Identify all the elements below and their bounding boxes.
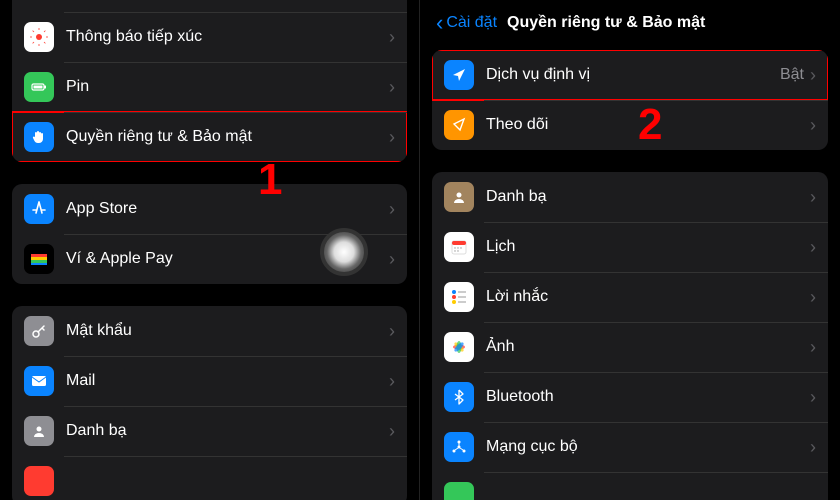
battery-icon	[24, 72, 54, 102]
icon-cutoff	[24, 466, 54, 496]
privacy-row-photos[interactable]: Ảnh ›	[432, 322, 828, 372]
privacy-row-contacts[interactable]: Danh bạ ›	[432, 172, 828, 222]
page-title: Quyền riêng tư & Bảo mật	[507, 14, 705, 32]
settings-row-mail[interactable]: Mail ›	[12, 356, 407, 406]
row-label: Pin	[66, 78, 389, 96]
privacy-row-calendar[interactable]: Lịch ›	[432, 222, 828, 272]
settings-row-contacts[interactable]: Danh bạ ›	[12, 406, 407, 456]
chevron-right-icon: ›	[389, 249, 395, 270]
settings-row-appstore[interactable]: App Store ›	[12, 184, 407, 234]
nav-header: ‹ Cài đặt Quyền riêng tư & Bảo mật	[432, 0, 828, 50]
chevron-right-icon: ›	[810, 437, 816, 458]
row-label: Mạng cục bộ	[486, 438, 810, 456]
chevron-right-icon: ›	[389, 27, 395, 48]
wallet-icon	[24, 244, 54, 274]
back-label: Cài đặt	[446, 14, 497, 32]
chevron-right-icon: ›	[389, 371, 395, 392]
privacy-row-cutoff[interactable]	[432, 472, 828, 500]
row-label: Lịch	[486, 238, 810, 256]
row-label: Danh bạ	[486, 188, 810, 206]
chevron-right-icon: ›	[810, 65, 816, 86]
privacy-group: Dịch vụ định vị Bật › Theo dõi ›	[432, 50, 828, 150]
row-value: Bật	[780, 66, 804, 84]
chevron-right-icon: ›	[389, 77, 395, 98]
privacy-group: Danh bạ › Lịch › Lời nhắc › Ảnh ›	[432, 172, 828, 500]
privacy-row-location[interactable]: Dịch vụ định vị Bật ›	[432, 50, 828, 100]
privacy-row-reminders[interactable]: Lời nhắc ›	[432, 272, 828, 322]
row-label: Mail	[66, 372, 389, 390]
chevron-right-icon: ›	[810, 115, 816, 136]
chevron-right-icon: ›	[389, 127, 395, 148]
chevron-right-icon: ›	[810, 237, 816, 258]
mail-icon	[24, 366, 54, 396]
chevron-right-icon: ›	[389, 199, 395, 220]
exposure-icon	[24, 22, 54, 52]
chevron-right-icon: ›	[810, 287, 816, 308]
chevron-left-icon: ‹	[436, 10, 443, 36]
settings-group: Thông báo tiếp xúc › Pin › Quyền riêng t…	[12, 0, 407, 162]
location-arrow-icon	[444, 60, 474, 90]
settings-row-exposure[interactable]: Thông báo tiếp xúc ›	[12, 12, 407, 62]
chevron-right-icon: ›	[389, 321, 395, 342]
row-label: Quyền riêng tư & Bảo mật	[66, 128, 389, 146]
privacy-row-tracking[interactable]: Theo dõi ›	[432, 100, 828, 150]
calendar-icon	[444, 232, 474, 262]
key-icon	[24, 316, 54, 346]
settings-row-privacy[interactable]: Quyền riêng tư & Bảo mật ›	[12, 112, 407, 162]
privacy-row-local-network[interactable]: Mạng cục bộ ›	[432, 422, 828, 472]
row-label: Theo dõi	[486, 116, 810, 134]
row-label: App Store	[66, 200, 389, 218]
row-label: Mật khẩu	[66, 322, 389, 340]
row-label: Bluetooth	[486, 388, 810, 406]
chevron-right-icon: ›	[810, 337, 816, 358]
row-label: Lời nhắc	[486, 288, 810, 306]
settings-row-battery[interactable]: Pin ›	[12, 62, 407, 112]
bluetooth-icon	[444, 382, 474, 412]
appstore-icon	[24, 194, 54, 224]
settings-row-passwords[interactable]: Mật khẩu ›	[12, 306, 407, 356]
settings-group: Mật khẩu › Mail › Danh bạ ›	[12, 306, 407, 500]
privacy-row-bluetooth[interactable]: Bluetooth ›	[432, 372, 828, 422]
back-button[interactable]: ‹ Cài đặt	[436, 10, 497, 36]
chevron-right-icon: ›	[389, 421, 395, 442]
row-label: Ảnh	[486, 338, 810, 356]
row-label: Danh bạ	[66, 422, 389, 440]
contacts-icon	[444, 182, 474, 212]
photos-icon	[444, 332, 474, 362]
settings-row-cutoff-bottom[interactable]	[12, 456, 407, 500]
contacts-icon	[24, 416, 54, 446]
privacy-hand-icon	[24, 122, 54, 152]
row-label: Dịch vụ định vị	[486, 66, 780, 84]
privacy-screen-right: ‹ Cài đặt Quyền riêng tư & Bảo mật Dịch …	[420, 0, 840, 500]
assistive-touch-button[interactable]	[320, 228, 368, 276]
settings-screen-left: Thông báo tiếp xúc › Pin › Quyền riêng t…	[0, 0, 420, 500]
reminders-icon	[444, 282, 474, 312]
tracking-icon	[444, 110, 474, 140]
row-label: Thông báo tiếp xúc	[66, 28, 389, 46]
icon-cutoff	[444, 482, 474, 500]
chevron-right-icon: ›	[810, 387, 816, 408]
chevron-right-icon: ›	[810, 187, 816, 208]
local-network-icon	[444, 432, 474, 462]
